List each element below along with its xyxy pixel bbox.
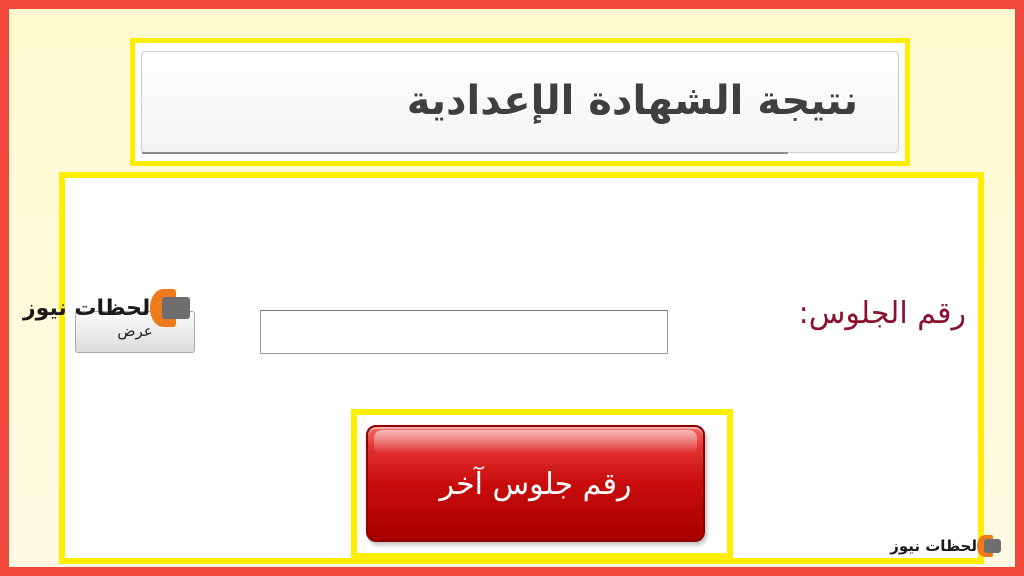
page-title: نتيجة الشهادة الإعدادية [406,78,858,124]
seat-number-input[interactable] [260,310,668,354]
title-divider [142,152,788,154]
button-gloss [374,430,697,452]
corner-watermark-text: لحظات نيوز [890,537,977,555]
title-panel: نتيجة الشهادة الإعدادية [141,51,899,154]
another-seat-number-button[interactable]: رقم جلوس آخر [366,425,705,542]
another-seat-highlight-box: رقم جلوس آخر [351,409,733,559]
site-watermark: لحظات نيوز [23,289,194,327]
screenshot-frame: نتيجة الشهادة الإعدادية رقم الجلوس: عرض … [0,0,1024,576]
site-logo-icon [150,289,191,327]
watermark-text: لحظات نيوز [23,295,151,321]
seat-number-label: رقم الجلوس: [798,296,966,331]
another-seat-number-label: رقم جلوس آخر [439,467,632,502]
title-highlight-box: نتيجة الشهادة الإعدادية [130,38,910,166]
seat-form-highlight-box: رقم الجلوس: عرض رقم جلوس آخر [59,172,984,564]
corner-logo-icon [977,535,1001,557]
corner-watermark: لحظات نيوز [890,535,1005,557]
